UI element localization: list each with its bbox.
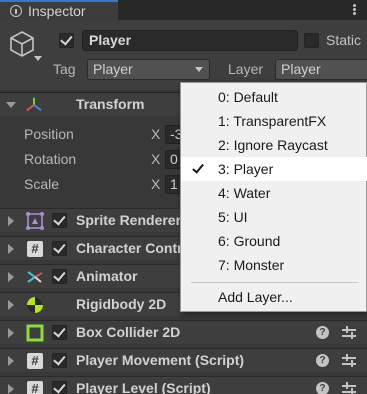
- help-icon[interactable]: ?: [316, 326, 329, 339]
- player-movement-enabled-toggle[interactable]: [52, 353, 67, 368]
- foldout-closed-icon[interactable]: [8, 356, 14, 366]
- character-controller-enabled-toggle[interactable]: [52, 241, 67, 256]
- layer-option-ignore-raycast[interactable]: 2: Ignore Raycast: [181, 133, 367, 157]
- scale-label: Scale: [24, 176, 60, 192]
- layer-option-monster[interactable]: 7: Monster: [181, 253, 367, 277]
- transform-icon: [26, 97, 42, 112]
- rotation-x-label[interactable]: X: [151, 151, 160, 167]
- foldout-closed-icon[interactable]: [8, 244, 14, 254]
- layer-option-ui[interactable]: 5: UI: [181, 205, 367, 229]
- box-collider-icon: [26, 324, 44, 342]
- component-player-level[interactable]: # Player Level (Script) ?: [0, 376, 367, 394]
- foldout-closed-icon[interactable]: [8, 300, 14, 310]
- layer-label: Layer: [228, 61, 264, 77]
- help-icon[interactable]: ?: [316, 382, 329, 394]
- script-icon: #: [26, 240, 44, 258]
- foldout-closed-icon[interactable]: [8, 216, 14, 226]
- active-toggle[interactable]: [59, 33, 74, 48]
- tab-bar: Inspector: [0, 0, 367, 20]
- component-name: Sprite Renderer: [76, 212, 182, 228]
- sprite-renderer-enabled-toggle[interactable]: [52, 213, 67, 228]
- box-collider-enabled-toggle[interactable]: [52, 325, 67, 340]
- script-icon: #: [26, 380, 44, 394]
- layer-option-ground[interactable]: 6: Ground: [181, 229, 367, 253]
- foldout-closed-icon[interactable]: [8, 272, 14, 282]
- presets-icon[interactable]: [342, 354, 356, 368]
- component-box-collider-2d[interactable]: Box Collider 2D ?: [0, 320, 367, 344]
- tag-label: Tag: [53, 61, 76, 77]
- layer-dropdown-value: Player: [281, 61, 321, 77]
- layer-option-transparentfx[interactable]: 1: TransparentFX: [181, 109, 367, 133]
- component-name: Player Level (Script): [76, 380, 211, 394]
- rigidbody-icon: [27, 297, 43, 313]
- player-level-enabled-toggle[interactable]: [52, 381, 67, 394]
- sprite-renderer-icon: [26, 212, 44, 230]
- scale-x-label[interactable]: X: [151, 176, 160, 192]
- script-icon: #: [26, 352, 44, 370]
- tag-dropdown[interactable]: Player: [87, 59, 210, 80]
- tab-inspector-label: Inspector: [28, 3, 86, 19]
- gameobject-name-input[interactable]: Player: [82, 30, 298, 51]
- foldout-closed-icon[interactable]: [8, 384, 14, 394]
- tab-inspector[interactable]: Inspector: [0, 0, 118, 20]
- layer-option-player[interactable]: 3: Player: [181, 157, 367, 181]
- component-name: Rigidbody 2D: [76, 296, 167, 312]
- checkmark-icon: [192, 161, 204, 174]
- foldout-closed-icon[interactable]: [8, 328, 14, 338]
- static-toggle[interactable]: [304, 33, 319, 48]
- layer-dropdown[interactable]: Player: [275, 59, 367, 80]
- layer-dropdown-menu: 0: Default 1: TransparentFX 2: Ignore Ra…: [180, 82, 367, 312]
- icon-dropdown-arrow[interactable]: [34, 56, 42, 61]
- foldout-open-icon[interactable]: [6, 102, 16, 108]
- animator-enabled-toggle[interactable]: [52, 269, 67, 284]
- position-label: Position: [24, 126, 74, 142]
- layer-option-water[interactable]: 4: Water: [181, 181, 367, 205]
- component-transform-name: Transform: [76, 96, 145, 112]
- help-icon[interactable]: ?: [316, 354, 329, 367]
- more-options-icon[interactable]: [347, 3, 361, 17]
- layer-option-default[interactable]: 0: Default: [181, 85, 367, 109]
- info-icon: [10, 5, 22, 17]
- component-name: Player Movement (Script): [76, 352, 245, 368]
- presets-icon[interactable]: [342, 326, 356, 340]
- layer-option-player-label: 3: Player: [218, 161, 274, 177]
- component-name: Box Collider 2D: [76, 324, 181, 340]
- animator-icon: [27, 271, 43, 283]
- component-name: Animator: [76, 268, 138, 284]
- component-player-movement[interactable]: # Player Movement (Script) ?: [0, 348, 367, 372]
- menu-divider: [191, 282, 358, 283]
- presets-icon[interactable]: [342, 382, 356, 394]
- add-layer-button[interactable]: Add Layer...: [181, 285, 367, 309]
- rotation-label: Rotation: [24, 151, 77, 167]
- static-label: Static: [326, 32, 362, 48]
- chevron-down-icon: [195, 67, 203, 72]
- tag-dropdown-value: Player: [93, 61, 133, 77]
- gameobject-cube-icon[interactable]: [8, 30, 36, 58]
- position-x-label[interactable]: X: [151, 126, 160, 142]
